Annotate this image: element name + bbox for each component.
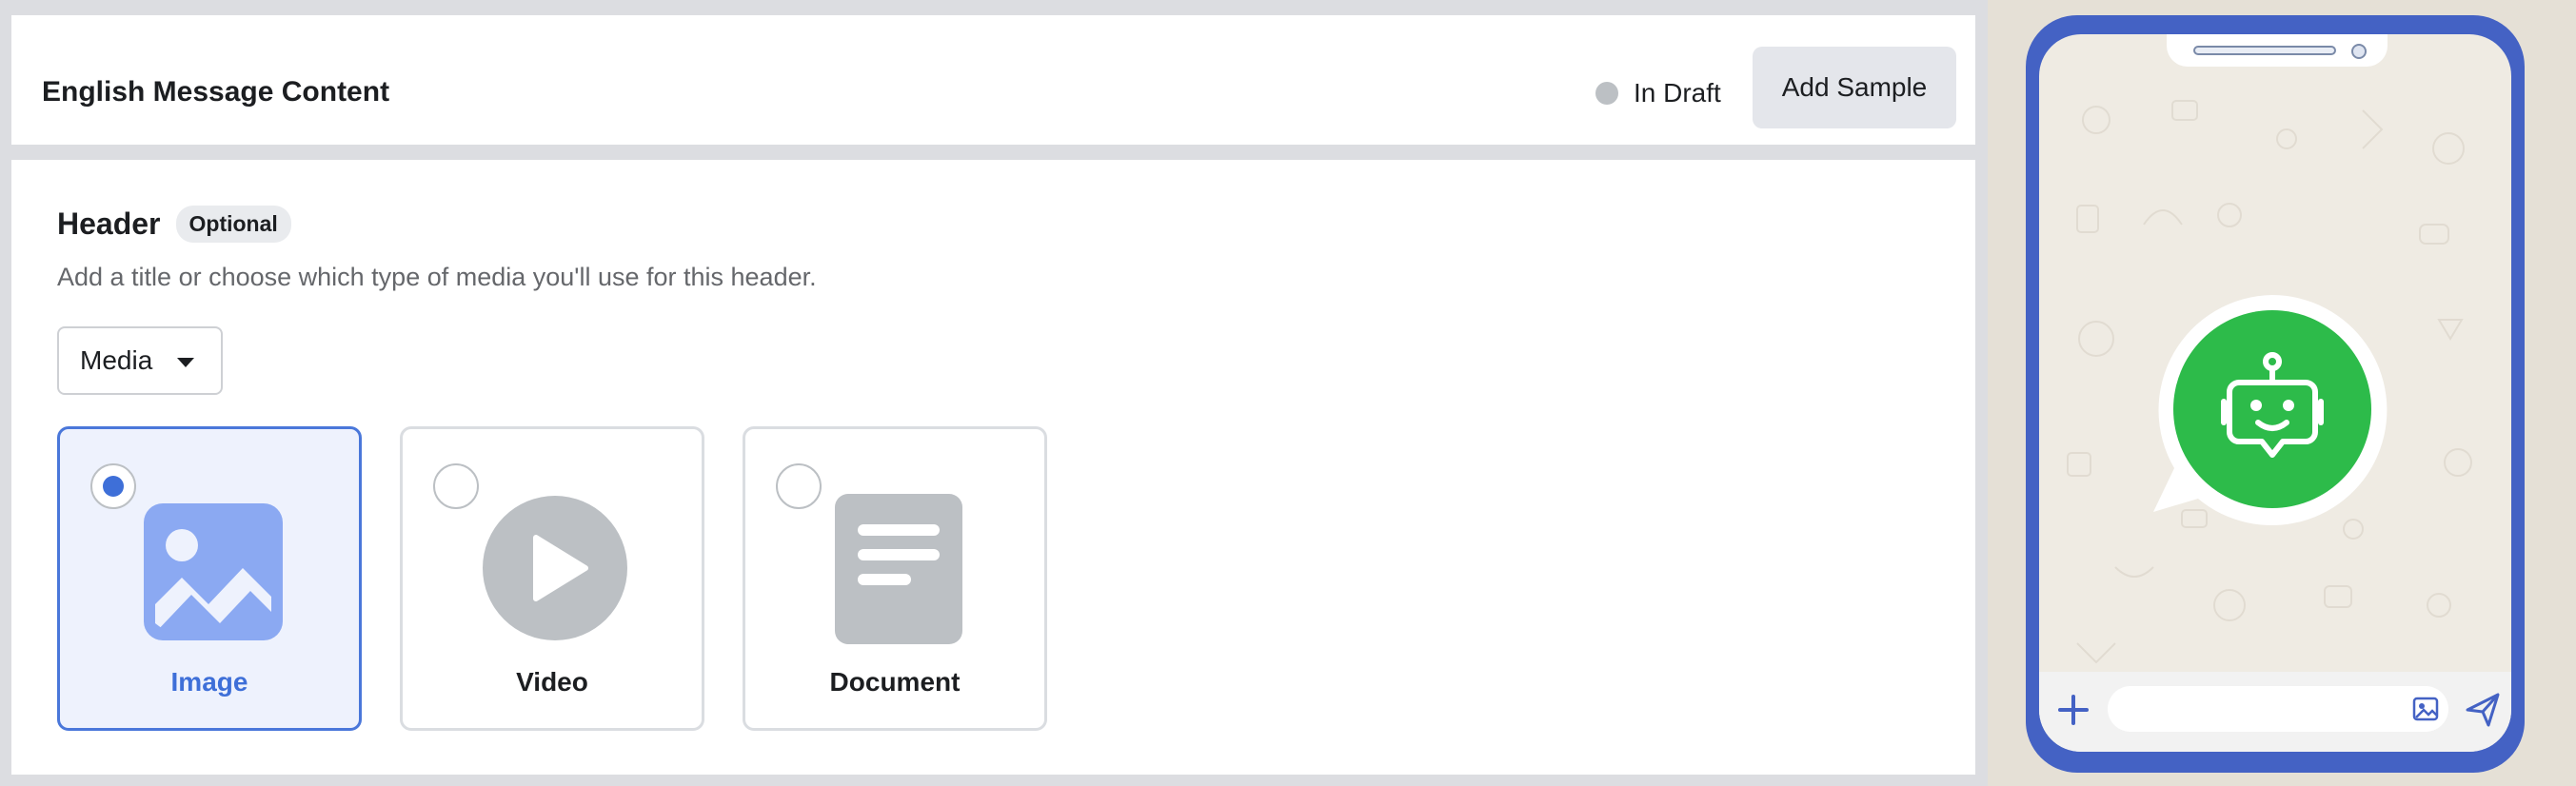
header-type-dropdown[interactable]: Media [57,326,223,395]
message-content-card: English Message Content In Draft Add Sam… [11,15,1975,145]
status-dot-icon [1595,82,1618,105]
whatsapp-bot-icon [2153,295,2388,525]
camera-icon [2351,44,2367,59]
attach-image-icon[interactable] [2412,697,2439,721]
play-icon [483,496,627,640]
plus-icon[interactable] [2056,692,2091,726]
optional-badge: Optional [175,206,291,243]
section-description: Add a title or choose which type of medi… [57,263,817,291]
dropdown-value: Media [80,345,153,375]
radio-video[interactable] [433,463,479,509]
header-config-card: Header Optional Add a title or choose wh… [11,160,1975,775]
phone-screen [2039,34,2511,752]
image-icon [144,503,283,640]
chat-composer [2039,672,2511,752]
card-title: English Message Content [42,76,390,108]
message-input[interactable] [2108,686,2448,732]
send-icon[interactable] [2464,691,2502,729]
phone-notch [2167,34,2388,67]
radio-image[interactable] [90,463,136,509]
option-label: Image [170,667,248,697]
document-icon [835,494,962,644]
section-title: Header [57,206,161,241]
option-label: Document [829,667,961,697]
media-option-video[interactable]: Video [400,426,704,731]
header-title-row: Header Optional [57,206,291,243]
media-option-document[interactable]: Document [743,426,1047,731]
status-indicator: In Draft [1595,78,1721,108]
option-label: Video [516,667,588,697]
media-option-image[interactable]: Image [57,426,362,731]
speaker-icon [2193,46,2336,55]
add-sample-button[interactable]: Add Sample [1753,47,1956,128]
phone-preview [2026,15,2525,773]
app-root: English Message Content In Draft Add Sam… [0,0,2576,786]
status-label: In Draft [1634,78,1721,108]
radio-document[interactable] [776,463,822,509]
caret-down-icon [177,358,194,367]
